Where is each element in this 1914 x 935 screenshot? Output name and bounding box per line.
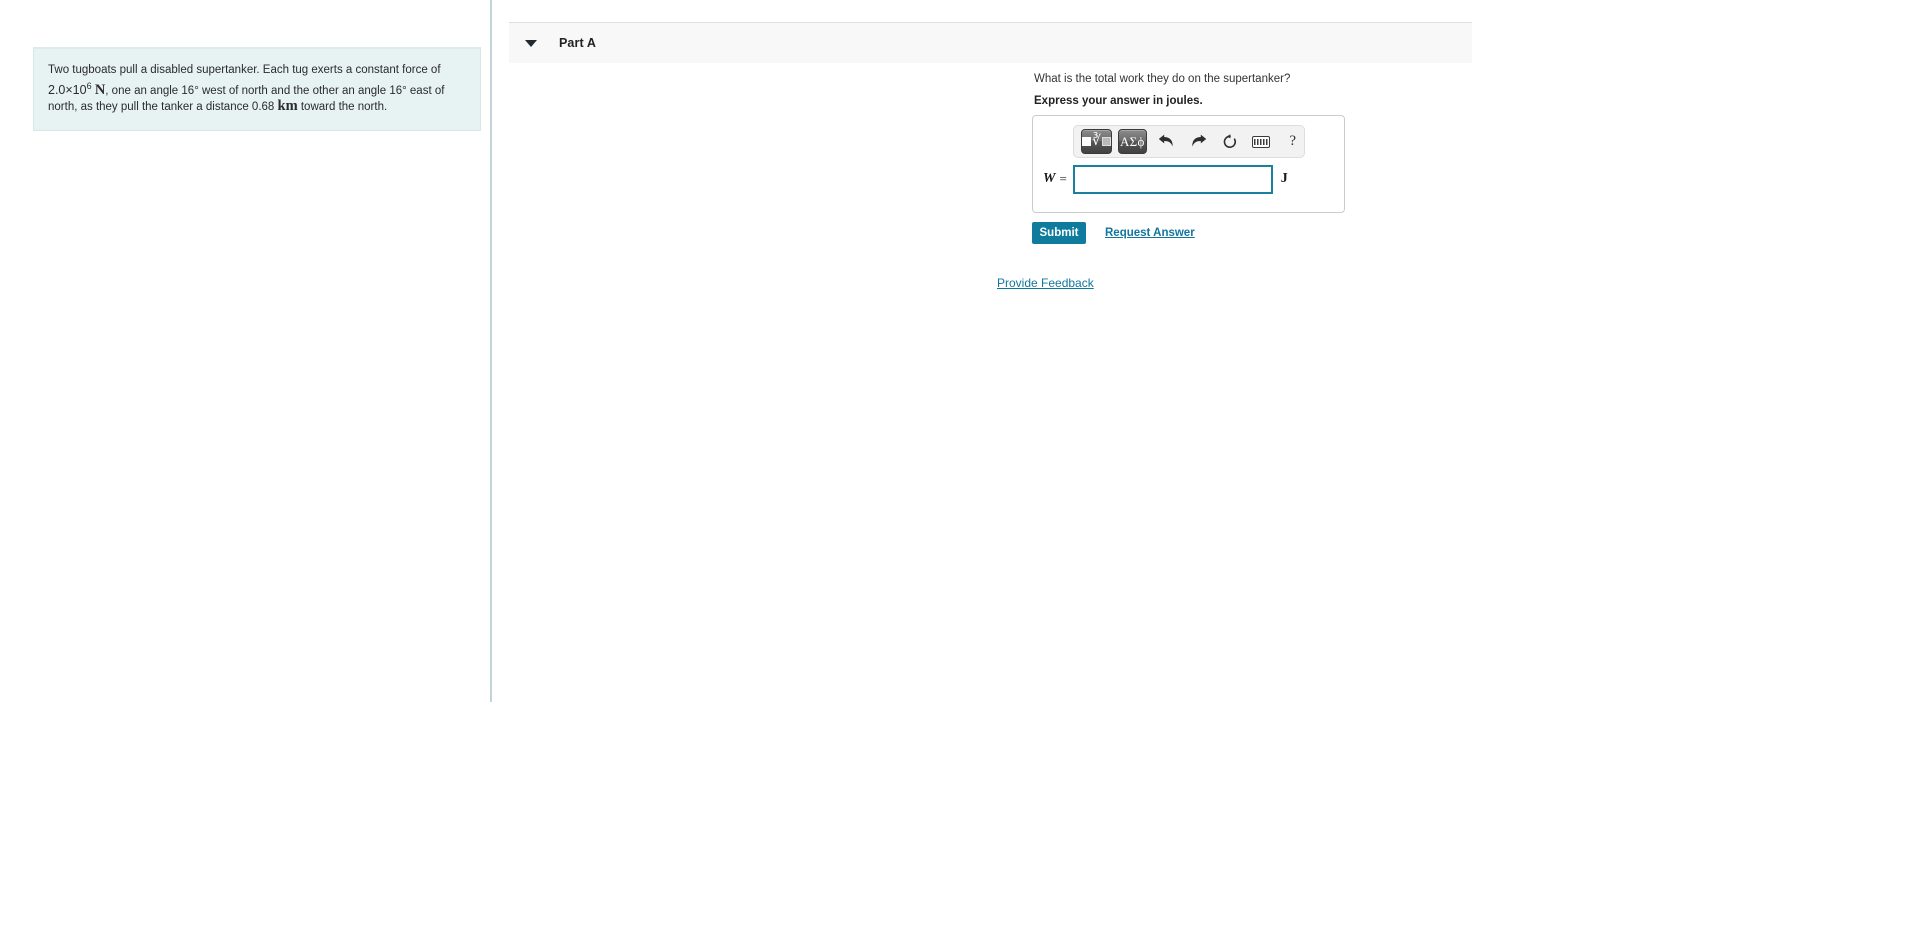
answer-input[interactable] [1072,164,1273,194]
variable-label: W [1043,171,1056,186]
greek-symbols-button[interactable]: ΑΣϕ [1117,129,1147,154]
problem-text-segment-5: toward the north. [297,101,388,114]
math-template-icon: ∛ [1082,130,1111,153]
unit-label: J [1280,171,1288,186]
undo-arrow-icon[interactable] [1156,129,1178,154]
answer-pane: Part A What is the total work they do on… [492,0,1914,935]
problem-text-segment-1: Two tugboats pull a disabled supertanker… [48,64,441,76]
redo-arrow-icon[interactable] [1187,129,1209,154]
problem-statement-box: Two tugboats pull a disabled supertanker… [33,47,481,131]
reset-circle-icon[interactable] [1219,129,1241,154]
page-root: Two tugboats pull a disabled supertanker… [0,0,1914,935]
problem-pane: Two tugboats pull a disabled supertanker… [0,0,492,702]
math-template-button[interactable]: ∛ [1081,129,1112,154]
triangle-down-icon[interactable] [525,39,537,47]
reset-circle-svg [1223,133,1236,148]
part-a-header[interactable]: Part A [509,22,1472,63]
keyboard-keys-icon [1254,138,1269,145]
question-prompt: What is the total work they do on the su… [1034,73,1291,85]
force-value: 2.0×106 [48,80,92,97]
problem-text-segment-2: , one an angle 16 [105,84,195,97]
request-answer-link[interactable]: Request Answer [1105,227,1195,239]
template-square-filled-icon [1082,137,1091,146]
redo-arrow-svg [1192,134,1207,147]
part-title: Part A [559,36,596,50]
force-mantissa: 2.0×10 [48,82,87,97]
greek-letters-label: ΑΣϕ [1119,133,1145,149]
template-square-empty-icon [1101,137,1111,146]
undo-arrow-svg [1159,134,1174,147]
force-unit: N [94,81,106,98]
answer-entry-widget: ∛ ΑΣϕ ? W = J [1032,115,1345,213]
math-toolbar: ∛ ΑΣϕ ? [1073,125,1305,158]
provide-feedback-link[interactable]: Provide Feedback [997,276,1094,290]
answer-instruction: Express your answer in joules. [1034,95,1203,107]
problem-statement-text: Two tugboats pull a disabled supertanker… [48,63,462,116]
submit-button[interactable]: Submit [1032,222,1086,244]
keyboard-glyph [1252,135,1271,148]
force-exponent: 6 [86,80,92,91]
problem-text-segment-3: west of north and the other an angle 16 [198,84,403,97]
answer-input-row: W = J [1033,163,1344,195]
radical-icon: ∛ [1092,132,1101,149]
help-icon[interactable]: ? [1282,129,1304,154]
distance-unit: km [277,98,298,115]
keyboard-icon[interactable] [1250,129,1272,154]
equals-sign: = [1059,171,1067,186]
